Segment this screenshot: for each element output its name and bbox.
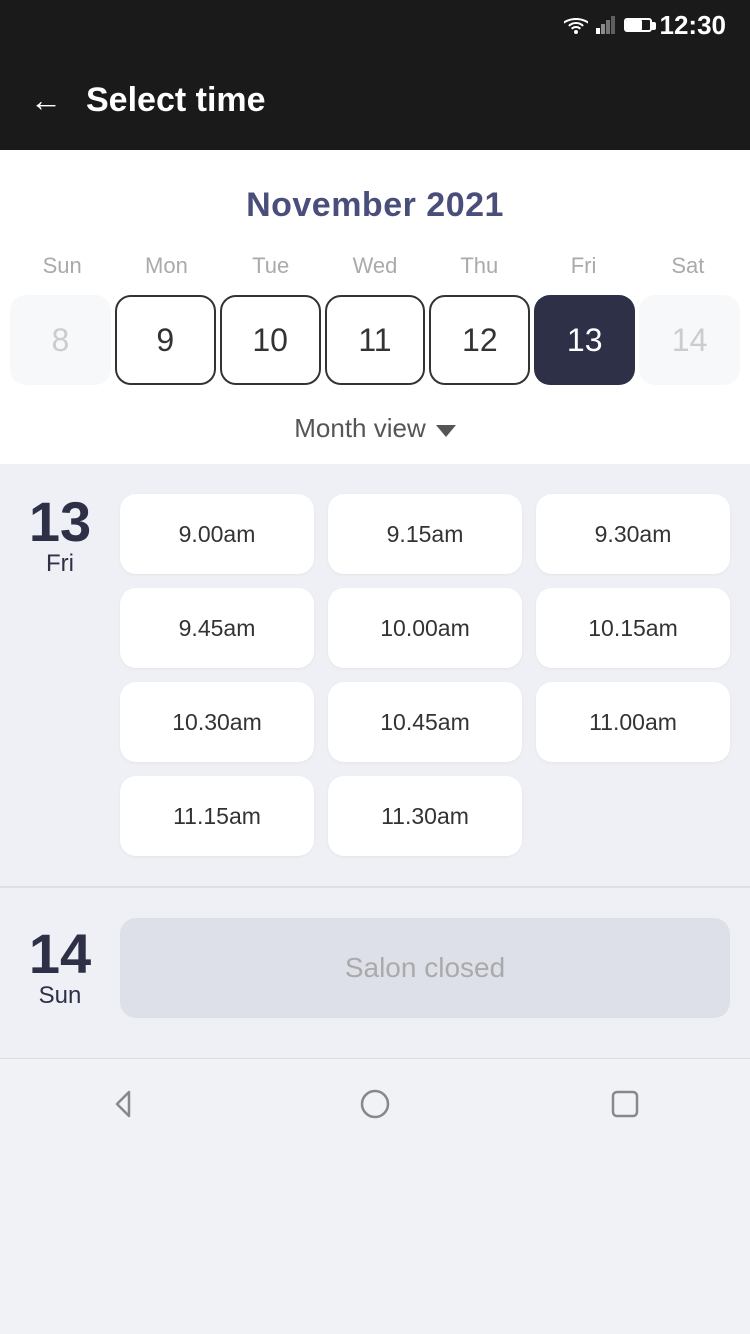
app-header: ← Select time [0,50,750,150]
cal-day-13[interactable]: 13 [534,295,635,385]
time-slot-1000[interactable]: 10.00am [328,588,522,668]
nav-bar [0,1058,750,1148]
sunday-date-label: 14 Sun [20,926,100,1010]
day-header-wed: Wed [323,245,427,287]
back-button[interactable]: ← [30,82,62,119]
friday-date-dow: Fri [20,550,100,578]
time-slot-900[interactable]: 9.00am [120,494,314,574]
time-slot-1045[interactable]: 10.45am [328,682,522,762]
nav-back-icon [109,1088,141,1120]
time-slot-1030[interactable]: 10.30am [120,682,314,762]
sunday-closed-section: 14 Sun Salon closed [0,888,750,1058]
time-slot-1115[interactable]: 11.15am [120,776,314,856]
salon-closed-box: Salon closed [120,918,730,1018]
chevron-down-icon [436,425,456,437]
nav-recent-button[interactable] [595,1074,655,1134]
month-view-label: Month view [294,413,426,444]
time-slot-1130[interactable]: 11.30am [328,776,522,856]
status-icons: 12:30 [564,10,727,41]
cal-day-12[interactable]: 12 [429,295,530,385]
day-header-fri: Fri [531,245,635,287]
page-title: Select time [86,81,266,120]
wifi-icon [564,16,588,34]
status-bar: 12:30 [0,0,750,50]
friday-date-label: 13 Fri [20,494,100,578]
nav-back-button[interactable] [95,1074,155,1134]
day-header-sat: Sat [636,245,740,287]
sunday-row: 14 Sun Salon closed [20,918,730,1018]
salon-closed-label: Salon closed [345,952,505,984]
friday-date-num: 13 [20,494,100,550]
battery-icon [624,18,652,32]
friday-row: 13 Fri 9.00am 9.15am 9.30am 9.45am 10.00… [20,494,730,856]
main-content: November 2021 Sun Mon Tue Wed Thu Fri Sa… [0,150,750,464]
time-slot-945[interactable]: 9.45am [120,588,314,668]
day-header-thu: Thu [427,245,531,287]
friday-times-section: 13 Fri 9.00am 9.15am 9.30am 9.45am 10.00… [0,464,750,886]
sunday-date-dow: Sun [20,982,100,1010]
cal-day-10[interactable]: 10 [220,295,321,385]
friday-time-grid: 9.00am 9.15am 9.30am 9.45am 10.00am 10.1… [120,494,730,856]
day-header-sun: Sun [10,245,114,287]
nav-home-icon [359,1088,391,1120]
cal-day-8[interactable]: 8 [10,295,111,385]
sunday-date-num: 14 [20,926,100,982]
time-slot-930[interactable]: 9.30am [536,494,730,574]
day-headers: Sun Mon Tue Wed Thu Fri Sat [0,245,750,287]
time-slot-915[interactable]: 9.15am [328,494,522,574]
month-year-title: November 2021 [0,150,750,245]
calendar-row: 8 9 10 11 12 13 14 [0,295,750,385]
nav-home-button[interactable] [345,1074,405,1134]
time-slot-1100[interactable]: 11.00am [536,682,730,762]
cal-day-11[interactable]: 11 [325,295,426,385]
cal-day-9[interactable]: 9 [115,295,216,385]
day-header-mon: Mon [114,245,218,287]
cal-day-14[interactable]: 14 [639,295,740,385]
nav-recent-icon [609,1088,641,1120]
day-header-tue: Tue [219,245,323,287]
status-time: 12:30 [660,10,727,41]
signal-icon [596,16,616,34]
time-slot-1015[interactable]: 10.15am [536,588,730,668]
month-view-toggle[interactable]: Month view [0,397,750,464]
